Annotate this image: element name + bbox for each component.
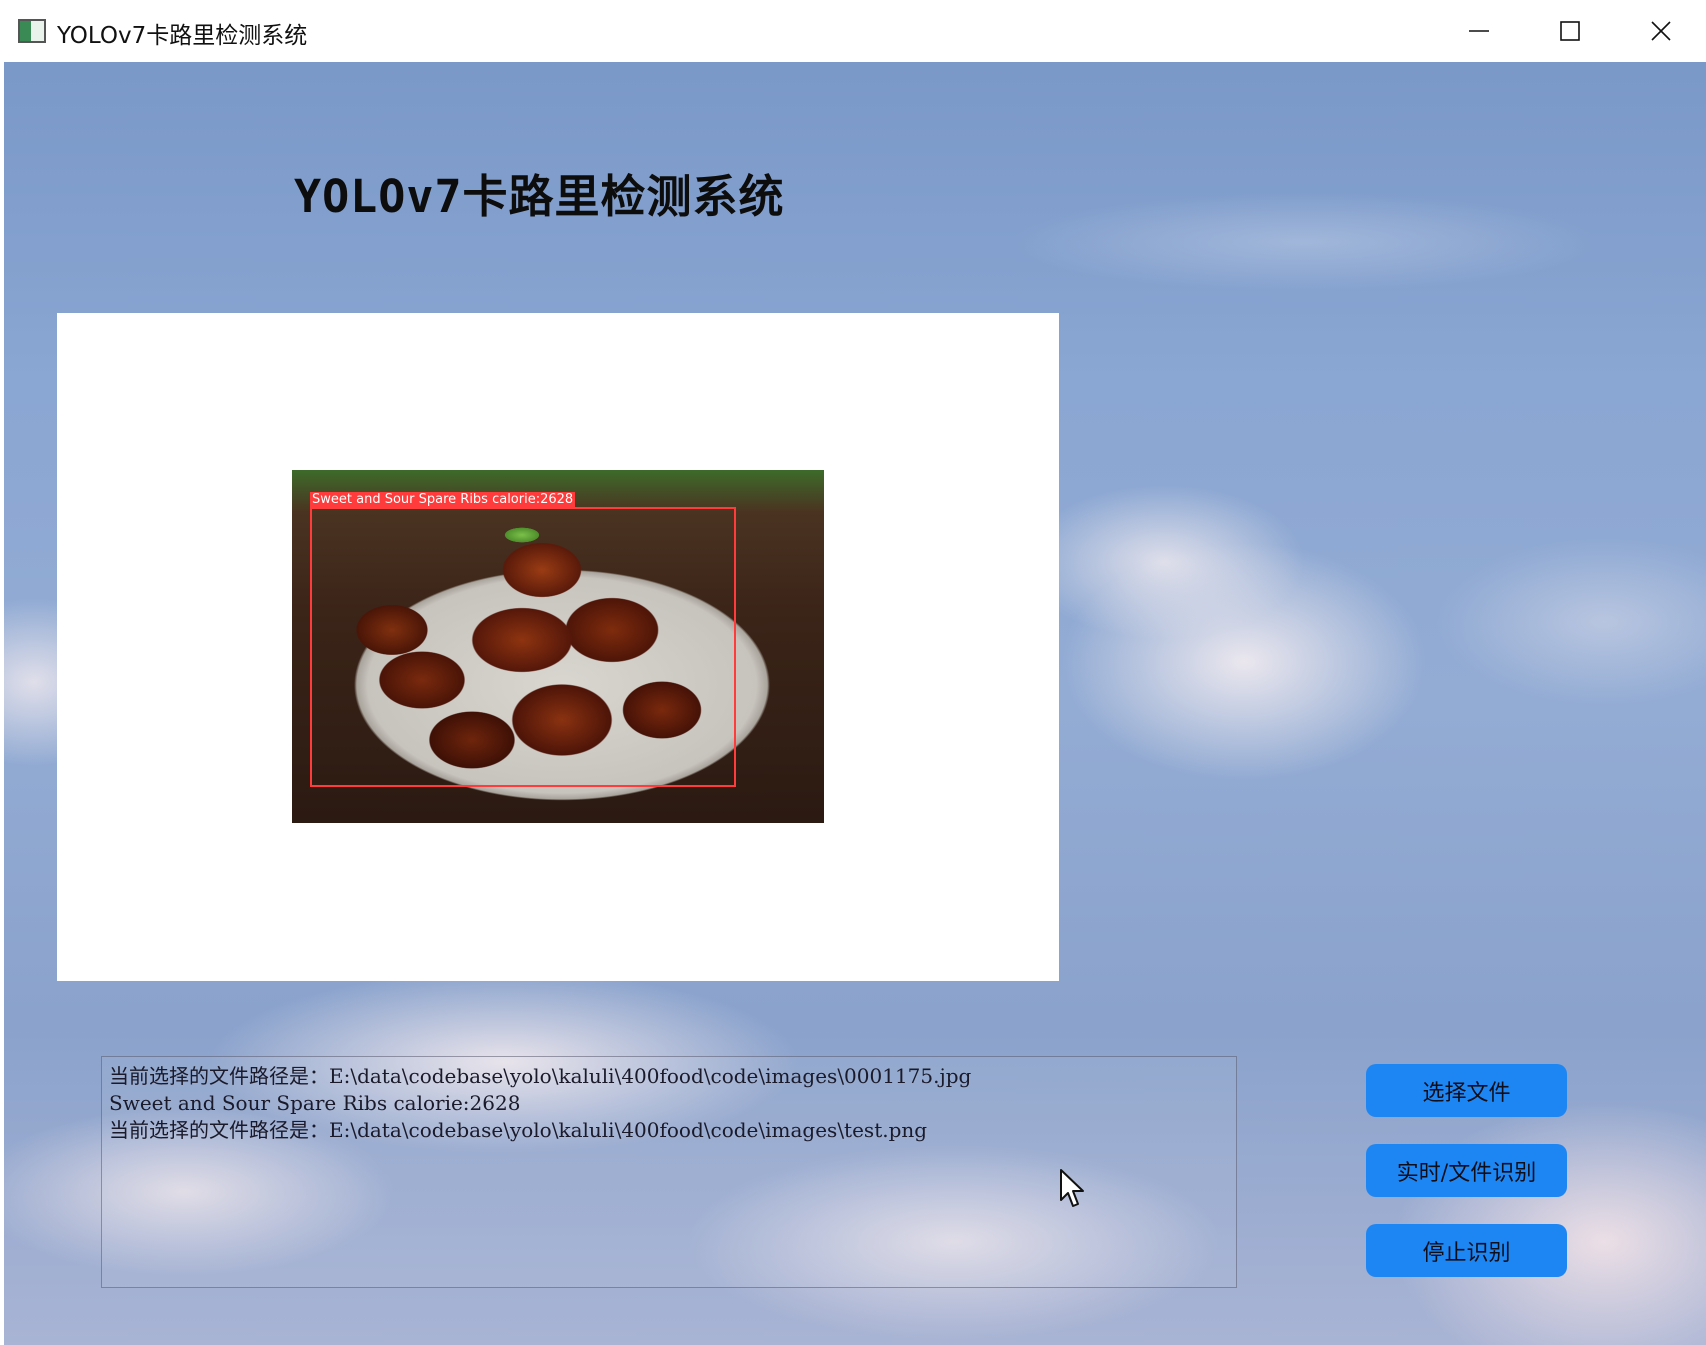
log-line: 当前选择的文件路径是：E:\data\codebase\yolo\kaluli\…: [109, 1118, 928, 1142]
maximize-button[interactable]: [1525, 0, 1615, 62]
mouse-pointer-icon: [1060, 1169, 1084, 1207]
detection-bounding-box: [310, 507, 736, 787]
minimize-button[interactable]: [1434, 0, 1524, 62]
title-bar[interactable]: YOLOv7卡路里检测系统: [0, 0, 1706, 62]
stop-detect-button[interactable]: 停止识别: [1366, 1224, 1567, 1277]
image-display-panel: Sweet and Sour Spare Ribs calorie:2628: [57, 313, 1059, 981]
page-title: YOLOv7卡路里检测系统: [294, 170, 785, 223]
maximize-icon: [1560, 21, 1580, 41]
detection-result-image: Sweet and Sour Spare Ribs calorie:2628: [292, 470, 824, 823]
realtime-detect-button[interactable]: 实时/文件识别: [1366, 1144, 1567, 1197]
close-icon: [1651, 21, 1671, 41]
log-line: Sweet and Sour Spare Ribs calorie:2628: [109, 1091, 521, 1115]
main-area: YOLOv7卡路里检测系统 Sweet and Sour Spare Ribs …: [4, 62, 1706, 1345]
detection-label: Sweet and Sour Spare Ribs calorie:2628: [310, 492, 576, 508]
log-line: 当前选择的文件路径是：E:\data\codebase\yolo\kaluli\…: [109, 1064, 972, 1088]
close-button[interactable]: [1616, 0, 1706, 62]
app-window: YOLOv7卡路里检测系统 YOLOv7卡路里检测系统 Sweet and So…: [0, 0, 1706, 1345]
select-file-button[interactable]: 选择文件: [1366, 1064, 1567, 1117]
app-window-icon: [18, 19, 46, 43]
window-title: YOLOv7卡路里检测系统: [57, 23, 308, 49]
minimize-icon: [1469, 30, 1489, 32]
